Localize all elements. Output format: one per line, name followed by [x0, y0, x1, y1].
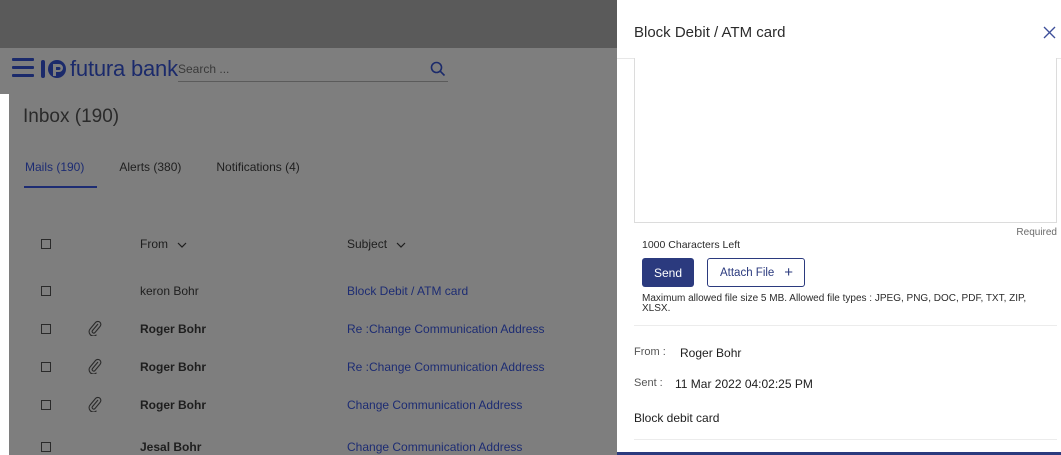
- section-divider: [634, 439, 1057, 440]
- brand-name: futura bank: [70, 56, 178, 81]
- row-from: Jesal Bohr: [140, 440, 202, 454]
- sent-value: 11 Mar 2022 04:02:25 PM: [675, 377, 813, 391]
- row-subject-link[interactable]: Change Communication Address: [347, 398, 522, 412]
- from-header-label: From: [140, 237, 168, 251]
- characters-left: 1000 Characters Left: [642, 239, 741, 251]
- page-title: Inbox (190): [23, 106, 120, 127]
- chevron-down-icon: [396, 242, 406, 248]
- subject-column-header[interactable]: Subject: [347, 237, 406, 251]
- menu-icon[interactable]: [12, 58, 34, 78]
- attach-file-button[interactable]: Attach File +: [707, 258, 805, 287]
- send-button[interactable]: Send: [642, 258, 694, 287]
- from-column-header[interactable]: From: [140, 237, 187, 251]
- row-from: Roger Bohr: [140, 322, 206, 336]
- close-icon[interactable]: [1043, 26, 1056, 39]
- row-subject-link[interactable]: Block Debit / ATM card: [347, 284, 468, 298]
- select-all-checkbox[interactable]: [41, 239, 51, 249]
- attach-file-label: Attach File: [720, 266, 775, 279]
- row-from: Roger Bohr: [140, 398, 206, 412]
- plus-icon: +: [784, 264, 793, 281]
- row-checkbox[interactable]: [41, 442, 51, 452]
- row-from: keron Bohr: [140, 284, 199, 298]
- row-subject-link[interactable]: Re :Change Communication Address: [347, 322, 544, 336]
- subject-header-label: Subject: [347, 237, 388, 251]
- chevron-down-icon: [177, 242, 187, 248]
- inbox-tabs: Mails (190) Alerts (380) Notifications (…: [24, 160, 334, 188]
- search-box: [178, 58, 448, 82]
- search-input[interactable]: [178, 58, 418, 80]
- row-checkbox[interactable]: [41, 286, 51, 296]
- row-subject-link[interactable]: Change Communication Address: [347, 440, 522, 454]
- row-checkbox[interactable]: [41, 324, 51, 334]
- file-size-info: Maximum allowed file size 5 MB. Allowed …: [642, 293, 1027, 314]
- panel-title: Block Debit / ATM card: [634, 24, 786, 41]
- futura-logo-icon: [41, 60, 66, 78]
- mail-body: Block debit card: [634, 411, 720, 425]
- row-from: Roger Bohr: [140, 360, 206, 374]
- tab-alerts[interactable]: Alerts (380): [118, 160, 182, 188]
- row-checkbox[interactable]: [41, 362, 51, 372]
- paperclip-icon: [88, 320, 102, 336]
- reply-message-input[interactable]: [634, 58, 1057, 223]
- mail-detail-panel: Block Debit / ATM card Required 1000 Cha…: [617, 0, 1061, 455]
- sent-label: Sent :: [634, 377, 663, 389]
- from-label: From :: [634, 346, 666, 358]
- tab-mails[interactable]: Mails (190): [24, 160, 98, 188]
- paperclip-icon: [88, 396, 102, 412]
- row-subject-link[interactable]: Re :Change Communication Address: [347, 360, 544, 374]
- section-divider: [634, 325, 1057, 326]
- required-label: Required: [1016, 227, 1057, 238]
- bank-logo[interactable]: futura bank: [40, 56, 178, 82]
- search-icon[interactable]: [430, 61, 446, 77]
- tab-notifications[interactable]: Notifications (4): [215, 160, 300, 188]
- row-checkbox[interactable]: [41, 400, 51, 410]
- from-value: Roger Bohr: [680, 346, 742, 360]
- paperclip-icon: [88, 358, 102, 374]
